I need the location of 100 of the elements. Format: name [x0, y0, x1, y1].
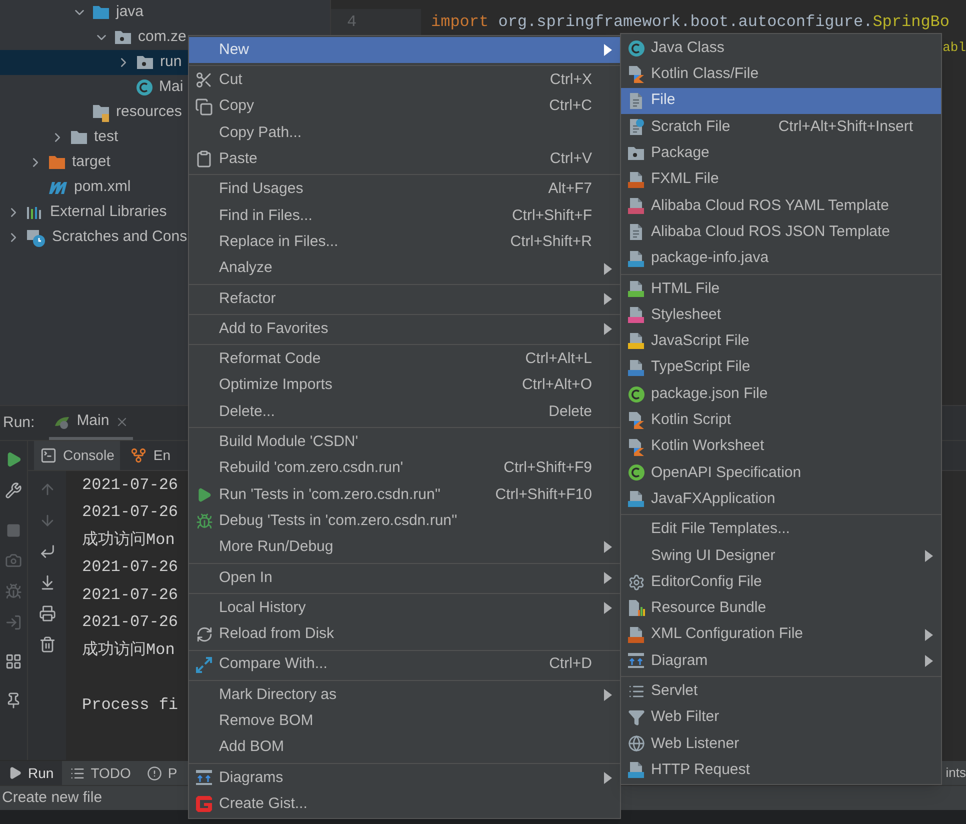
menu-item[interactable]: Reformat Code Ctrl+Alt+L [189, 346, 620, 373]
menu-item[interactable]: Kotlin Class/File [621, 61, 941, 88]
menu-item[interactable]: Add BOM [189, 734, 620, 761]
tree-label: com.ze [138, 27, 186, 48]
menu-item[interactable]: package.json File [621, 380, 941, 408]
console-line: Process fi [82, 694, 178, 716]
play-icon [196, 486, 212, 503]
trash-icon[interactable] [38, 636, 56, 653]
list-icon [70, 766, 85, 780]
menu-item[interactable]: JavaScript File [621, 328, 941, 355]
menu-item[interactable]: New [189, 37, 620, 64]
console-line: 成功访问Mon [82, 640, 175, 661]
menu-item[interactable]: Find in Files... Ctrl+Shift+F [189, 202, 620, 230]
code-token: org.springframework.boot.autoconfigure. [498, 12, 873, 33]
maven-m-icon [48, 180, 68, 194]
menu-item[interactable]: Copy Ctrl+C [189, 94, 620, 120]
file-icon [628, 332, 644, 350]
menu-item[interactable]: JavaFXApplication [621, 486, 941, 512]
file-icon [628, 358, 644, 377]
menu-item[interactable]: Alibaba Cloud ROS YAML Template [621, 192, 941, 220]
menu-item[interactable]: Open In [189, 564, 620, 591]
menu-item[interactable]: Package [621, 140, 941, 166]
menu-item[interactable]: Delete... Delete [189, 398, 620, 426]
file-icon [628, 196, 644, 215]
menu-item[interactable]: HTTP Request [621, 757, 941, 784]
code-token: SpringBo [872, 12, 950, 33]
menu-item[interactable]: Alibaba Cloud ROS JSON Template [621, 219, 941, 246]
menu-item[interactable]: Java Class [621, 35, 941, 62]
tree-label: java [116, 2, 144, 22]
menu-item[interactable]: OpenAPI Specification [621, 460, 941, 486]
diagram-icon [627, 652, 645, 670]
menu-item[interactable]: Web Filter [621, 704, 941, 731]
menu-item[interactable]: Kotlin Script [621, 407, 941, 434]
menu-item[interactable]: Resource Bundle [621, 595, 941, 622]
console-line: 2021-07-26 [82, 474, 178, 496]
refresh-icon [196, 626, 212, 643]
file-clock-icon [628, 118, 644, 136]
layout-icon[interactable] [5, 653, 22, 670]
console-line: 2021-07-26 [82, 502, 178, 524]
menu-item[interactable]: Kotlin Worksheet [621, 433, 941, 460]
menu-item[interactable]: Find Usages Alt+F7 [189, 176, 620, 203]
menu-item[interactable]: Analyze [189, 255, 620, 282]
file-icon [628, 761, 644, 780]
menu-item[interactable]: Scratch File Ctrl+Alt+Shift+Insert [621, 114, 941, 140]
console-tab[interactable]: Console [34, 441, 120, 470]
menu-item[interactable]: Diagram [621, 648, 941, 674]
menu-item[interactable]: Run 'Tests in 'com.zero.csdn.run'' Ctrl+Shift+F10 [189, 482, 620, 508]
menu-item[interactable]: Rebuild 'com.zero.csdn.run' Ctrl+Shift+F9 [189, 455, 620, 482]
menu-item[interactable]: Edit File Templates... [621, 516, 941, 543]
menu-item[interactable]: Servlet [621, 678, 941, 704]
menu-item[interactable]: Debug 'Tests in 'com.zero.csdn.run'' [189, 508, 620, 534]
class-circle-icon [628, 40, 644, 57]
menu-item[interactable]: package-info.java [621, 245, 941, 272]
menu-item[interactable]: Optimize Imports Ctrl+Alt+O [189, 372, 620, 399]
menu-item[interactable]: Diagrams [189, 764, 620, 792]
console-tab[interactable]: En [124, 441, 176, 470]
menu-item[interactable]: Copy Path... [189, 120, 620, 146]
pin-icon[interactable] [5, 692, 22, 709]
menu-item[interactable]: Create Gist... [189, 791, 620, 818]
hexagon-circle-icon [628, 386, 644, 402]
menu-item[interactable]: Swing UI Designer [621, 542, 941, 569]
menu-item[interactable]: FXML File [621, 166, 941, 193]
tree-item[interactable]: java [0, 0, 330, 25]
menu-item[interactable]: Mark Directory as [189, 682, 620, 708]
tool-window-tab[interactable]: Run [0, 761, 62, 785]
copy-icon [195, 98, 213, 116]
kotlin-file-icon [628, 65, 644, 84]
print-icon[interactable] [38, 605, 56, 622]
swirl-circle-icon [628, 464, 644, 482]
nodes-icon [130, 447, 148, 464]
menu-item[interactable]: Paste Ctrl+V [189, 146, 620, 172]
tree-label: run [160, 52, 182, 72]
alert-icon [146, 766, 162, 780]
wrap-icon[interactable] [38, 543, 56, 560]
menu-item[interactable]: XML Configuration File [621, 622, 941, 648]
wrench-icon[interactable] [5, 482, 22, 499]
menu-item[interactable]: Stylesheet [621, 302, 941, 328]
folder-icon [48, 155, 66, 170]
menu-item[interactable]: More Run/Debug [189, 534, 620, 561]
menu-item[interactable]: Compare With... Ctrl+D [189, 652, 620, 678]
file-icon [628, 250, 644, 268]
funnel-icon [628, 709, 644, 726]
console-line: 2021-07-26 [82, 612, 178, 634]
menu-item[interactable]: Local History [189, 594, 620, 622]
menu-item[interactable]: HTML File [621, 276, 941, 302]
menu-item[interactable]: Web Listener [621, 730, 941, 758]
tool-window-tab[interactable]: ints [946, 763, 966, 783]
menu-item[interactable]: Build Module 'CSDN' [189, 429, 620, 456]
code-token: import [431, 12, 490, 33]
menu-item[interactable]: EditorConfig File [621, 568, 941, 596]
menu-item[interactable]: TypeScript File [621, 354, 941, 381]
menu-item[interactable]: Add to Favorites [189, 316, 620, 342]
menu-item[interactable]: Replace in Files... Ctrl+Shift+R [189, 229, 620, 256]
tool-window-tab[interactable]: P [138, 761, 186, 785]
tool-window-tab[interactable]: TODO [62, 761, 139, 785]
menu-item[interactable]: Remove BOM [189, 708, 620, 734]
play-icon[interactable] [5, 451, 22, 468]
menu-item[interactable]: Refactor [189, 286, 620, 312]
menu-item[interactable]: Reload from Disk [189, 621, 620, 648]
menu-item[interactable]: File [621, 88, 941, 114]
